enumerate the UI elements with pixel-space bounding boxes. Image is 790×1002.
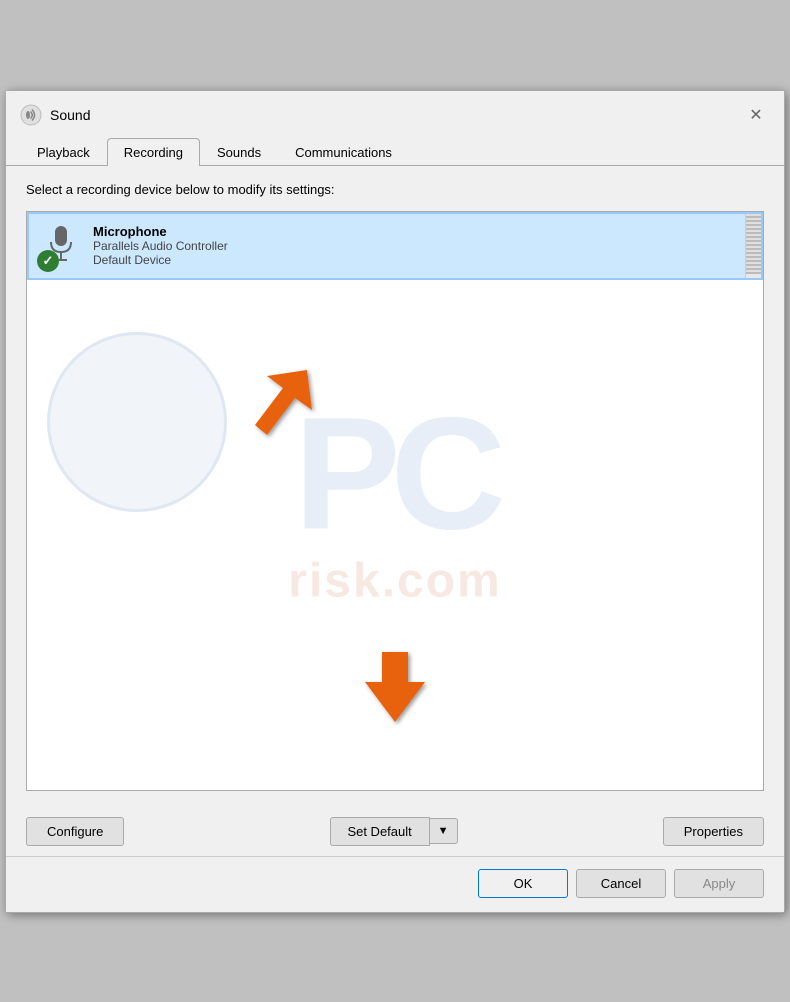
set-default-dropdown[interactable]: ▼ xyxy=(430,818,458,844)
cancel-button[interactable]: Cancel xyxy=(576,869,666,898)
watermark: PC risk.com xyxy=(288,393,501,608)
sound-icon xyxy=(20,104,42,126)
window-title: Sound xyxy=(50,107,90,123)
tab-recording[interactable]: Recording xyxy=(107,138,200,166)
title-bar: Sound ✕ xyxy=(6,91,784,129)
device-status: Default Device xyxy=(93,253,749,267)
tab-content: Select a recording device below to modif… xyxy=(6,166,784,807)
device-item-microphone[interactable]: ✓ Microphone Parallels Audio Controller … xyxy=(27,212,763,280)
instruction-text: Select a recording device below to modif… xyxy=(26,182,764,197)
close-button[interactable]: ✕ xyxy=(742,101,770,129)
arrow-down-icon xyxy=(360,647,430,730)
tab-bar: Playback Recording Sounds Communications xyxy=(6,129,784,166)
dialog-buttons-row: OK Cancel Apply xyxy=(6,856,784,912)
set-default-group: Set Default ▼ xyxy=(330,817,458,846)
sound-dialog: Sound ✕ Playback Recording Sounds Commun… xyxy=(5,90,785,913)
tab-playback[interactable]: Playback xyxy=(20,138,107,166)
scrollbar-thumb[interactable] xyxy=(746,214,761,274)
set-default-button[interactable]: Set Default xyxy=(330,817,430,846)
device-controller: Parallels Audio Controller xyxy=(93,239,749,253)
apply-button[interactable]: Apply xyxy=(674,869,764,898)
scrollbar[interactable] xyxy=(745,214,761,278)
arrow-up-right-icon xyxy=(237,360,327,453)
device-list[interactable]: ✓ Microphone Parallels Audio Controller … xyxy=(26,211,764,791)
configure-button[interactable]: Configure xyxy=(26,817,124,846)
default-check-icon: ✓ xyxy=(37,250,59,272)
magnifier-watermark xyxy=(47,332,227,512)
properties-button[interactable]: Properties xyxy=(663,817,764,846)
ok-button[interactable]: OK xyxy=(478,869,568,898)
device-buttons-row: Configure Set Default ▼ Properties xyxy=(6,807,784,856)
tab-communications[interactable]: Communications xyxy=(278,138,409,166)
device-name: Microphone xyxy=(93,224,749,239)
tab-sounds[interactable]: Sounds xyxy=(200,138,278,166)
